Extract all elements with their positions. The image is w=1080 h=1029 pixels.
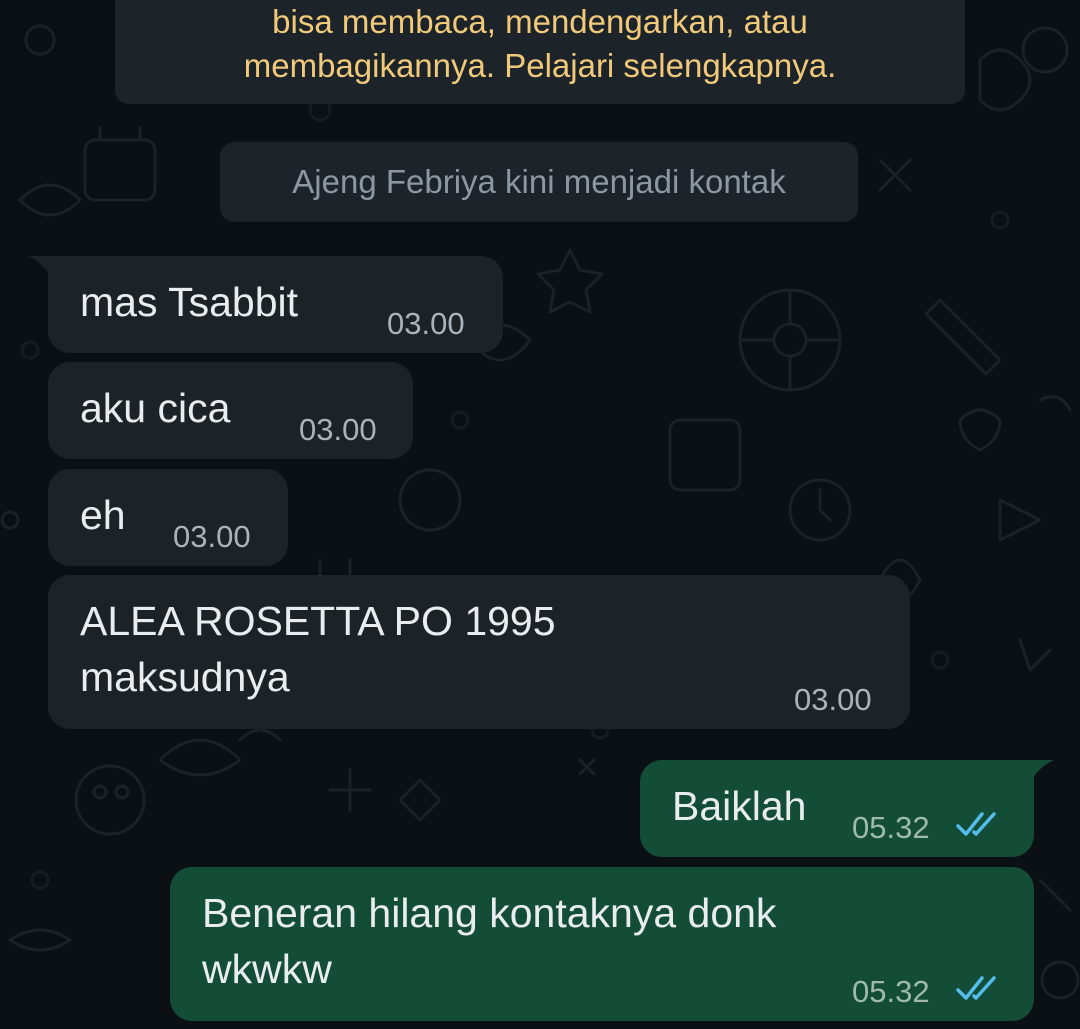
message-text-line2: maksudnya xyxy=(80,654,290,700)
outgoing-message[interactable]: Beneran hilang kontaknya donk wkwkw 05.3… xyxy=(170,867,1034,1021)
message-time: 03.00 xyxy=(794,682,872,717)
message-text: mas Tsabbit xyxy=(80,279,299,325)
message-text: aku cica xyxy=(80,385,231,431)
incoming-message[interactable]: mas Tsabbit 03.00 xyxy=(48,256,503,353)
bubble-tail xyxy=(1030,760,1054,782)
message-text-line2: wkwkw xyxy=(202,946,332,992)
message-text: Baiklah xyxy=(672,783,807,829)
incoming-message[interactable]: ALEA ROSETTA PO 1995 maksudnya 03.00 xyxy=(48,575,910,729)
encryption-notice-line1: bisa membaca, mendengarkan, atau xyxy=(272,3,808,40)
outgoing-message[interactable]: Baiklah 05.32 xyxy=(640,760,1034,857)
message-text-line1: Beneran hilang kontaknya donk xyxy=(202,890,777,936)
incoming-message[interactable]: aku cica 03.00 xyxy=(48,362,413,459)
chat-area[interactable]: bisa membaca, mendengarkan, atau membagi… xyxy=(0,0,1080,1029)
message-text: eh xyxy=(80,492,126,538)
system-message: Ajeng Febriya kini menjadi kontak xyxy=(220,142,858,222)
bubble-tail xyxy=(28,256,52,278)
double-check-icon xyxy=(956,812,996,836)
message-text-line1: ALEA ROSETTA PO 1995 xyxy=(80,598,556,644)
double-check-icon xyxy=(956,976,996,1000)
encryption-notice-line2: membagikannya. Pelajari selengkapnya. xyxy=(243,47,837,84)
incoming-message[interactable]: eh 03.00 xyxy=(48,469,288,566)
encryption-notice[interactable]: bisa membaca, mendengarkan, atau membagi… xyxy=(115,0,965,104)
message-time: 05.32 xyxy=(852,974,930,1009)
message-time: 05.32 xyxy=(852,810,930,845)
message-time: 03.00 xyxy=(299,412,377,447)
message-time: 03.00 xyxy=(173,519,251,554)
message-time: 03.00 xyxy=(387,306,465,341)
